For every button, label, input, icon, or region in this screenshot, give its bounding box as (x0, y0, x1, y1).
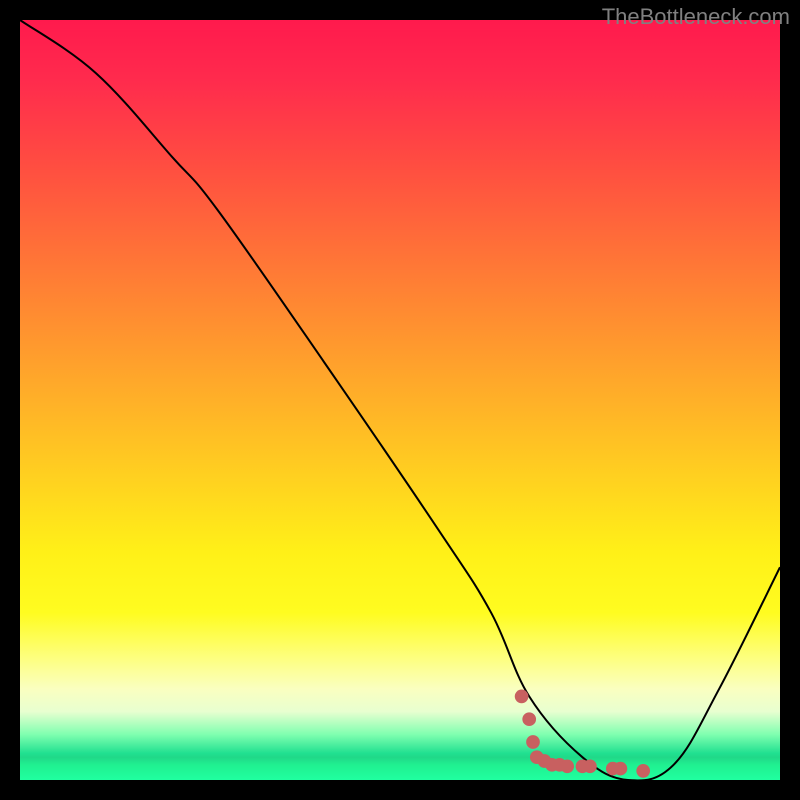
chart-background-gradient (20, 20, 780, 780)
watermark-text: TheBottleneck.com (602, 4, 790, 30)
chart-plot-area (20, 20, 780, 780)
